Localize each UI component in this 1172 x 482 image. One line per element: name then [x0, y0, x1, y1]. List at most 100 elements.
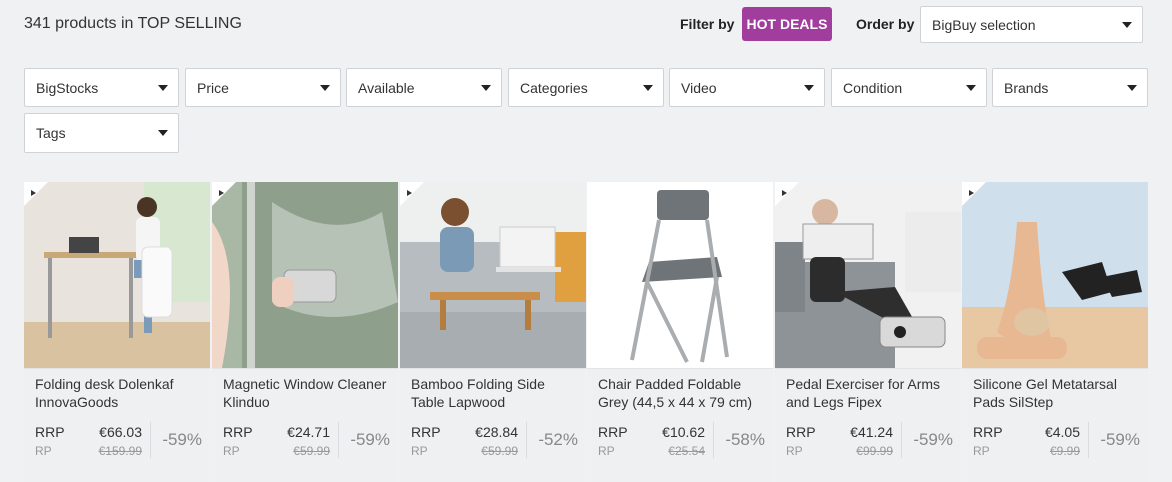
discount-badge: -59% [913, 430, 953, 449]
rrp-label: RRP [35, 424, 65, 440]
product-card[interactable]: Bamboo Folding Side Table Lapwood RRP RP… [400, 182, 586, 482]
chevron-down-icon [481, 84, 491, 91]
rrp-label: RRP [786, 424, 816, 440]
rrp-label: RRP [598, 424, 628, 440]
filter-price[interactable]: Price [185, 68, 341, 107]
product-name[interactable]: Folding desk Dolenkaf InnovaGoods [35, 375, 203, 411]
chevron-down-icon [320, 84, 330, 91]
product-info: Chair Padded Foldable Grey (44,5 x 44 x … [587, 368, 773, 482]
filter-label: Tags [36, 125, 66, 141]
filter-label: BigStocks [36, 79, 99, 96]
order-by-label: Order by [856, 16, 915, 32]
chevron-down-icon [1122, 21, 1132, 28]
old-price: €9.99 [1049, 444, 1080, 458]
discount-badge: -59% [1100, 430, 1140, 449]
filter-label: Condition [843, 79, 903, 96]
filter-label: Brands [1004, 79, 1049, 96]
rp-label: RP [973, 444, 990, 458]
product-name[interactable]: Pedal Exerciser for Arms and Legs Fipex [786, 375, 954, 411]
discount-badge: -59% [162, 430, 202, 449]
price-block: RRP RP €66.03 €159.99 -59% [24, 422, 210, 472]
old-price: €99.99 [856, 444, 893, 458]
product-info: Folding desk Dolenkaf InnovaGoods RRP RP… [24, 368, 210, 482]
divider [1088, 422, 1089, 458]
product-card[interactable]: Magnetic Window Cleaner Klinduo RRP RP €… [212, 182, 398, 482]
product-image[interactable] [962, 182, 1148, 368]
product-image[interactable] [587, 182, 773, 368]
product-name[interactable]: Silicone Gel Metatarsal Pads SilStep [973, 375, 1141, 411]
chevron-down-icon [1127, 84, 1137, 91]
filter-label: Categories [520, 79, 588, 96]
product-name[interactable]: Chair Padded Foldable Grey (44,5 x 44 x … [598, 375, 766, 411]
product-info: Bamboo Folding Side Table Lapwood RRP RP… [400, 368, 586, 482]
filter-label: Available [358, 79, 415, 96]
filter-label: Video [681, 79, 717, 96]
discount-badge: -58% [725, 430, 765, 449]
price: €24.71 [287, 424, 330, 440]
price: €10.62 [662, 424, 705, 440]
divider [526, 422, 527, 458]
old-price: €59.99 [481, 444, 518, 458]
filter-label: Price [197, 79, 229, 96]
rp-label: RP [35, 444, 52, 458]
product-image[interactable] [212, 182, 398, 368]
filter-brands[interactable]: Brands [992, 68, 1148, 107]
play-icon [407, 190, 412, 196]
product-card[interactable]: Pedal Exerciser for Arms and Legs Fipex … [775, 182, 961, 482]
rrp-label: RRP [223, 424, 253, 440]
product-info: Magnetic Window Cleaner Klinduo RRP RP €… [212, 368, 398, 482]
product-card[interactable]: Silicone Gel Metatarsal Pads SilStep RRP… [962, 182, 1148, 482]
discount-badge: -52% [538, 430, 578, 449]
chevron-down-icon [158, 84, 168, 91]
play-icon [782, 190, 787, 196]
rrp-label: RRP [973, 424, 1003, 440]
chevron-down-icon [804, 84, 814, 91]
price: €66.03 [99, 424, 142, 440]
product-card[interactable]: Chair Padded Foldable Grey (44,5 x 44 x … [587, 182, 773, 482]
discount-badge: -59% [350, 430, 390, 449]
chevron-down-icon [158, 130, 168, 136]
divider [713, 422, 714, 458]
rrp-label: RRP [411, 424, 441, 440]
price-block: RRP RP €41.24 €99.99 -59% [775, 422, 961, 472]
product-info: Pedal Exerciser for Arms and Legs Fipex … [775, 368, 961, 482]
filter-condition[interactable]: Condition [831, 68, 987, 107]
order-by-select[interactable]: BigBuy selection [920, 6, 1143, 43]
chevron-down-icon [966, 84, 976, 91]
order-by-value: BigBuy selection [932, 16, 1036, 33]
divider [338, 422, 339, 458]
filter-video[interactable]: Video [669, 68, 825, 107]
price: €28.84 [475, 424, 518, 440]
divider [901, 422, 902, 458]
product-count-title: 341 products in TOP SELLING [24, 15, 242, 32]
product-info: Silicone Gel Metatarsal Pads SilStep RRP… [962, 368, 1148, 482]
filter-bigstocks[interactable]: BigStocks [24, 68, 179, 107]
filter-by-label: Filter by [680, 16, 735, 32]
filter-available[interactable]: Available [346, 68, 502, 107]
divider [150, 422, 151, 458]
product-image[interactable] [400, 182, 586, 368]
product-card[interactable]: Folding desk Dolenkaf InnovaGoods RRP RP… [24, 182, 210, 482]
old-price: €59.99 [293, 444, 330, 458]
play-icon [31, 190, 36, 196]
filter-tags[interactable]: Tags [24, 113, 179, 153]
play-icon [219, 190, 224, 196]
chevron-down-icon [643, 84, 653, 91]
price-block: RRP RP €24.71 €59.99 -59% [212, 422, 398, 472]
filter-categories[interactable]: Categories [508, 68, 664, 107]
price-block: RRP RP €10.62 €25.54 -58% [587, 422, 773, 472]
toolbar: 341 products in TOP SELLING Filter by HO… [0, 0, 1172, 52]
price: €41.24 [850, 424, 893, 440]
hot-deals-button[interactable]: HOT DEALS [742, 7, 832, 41]
price: €4.05 [1044, 424, 1080, 440]
product-image[interactable] [24, 182, 210, 368]
rp-label: RP [786, 444, 803, 458]
old-price: €25.54 [668, 444, 705, 458]
rp-label: RP [411, 444, 428, 458]
product-image[interactable] [775, 182, 961, 368]
old-price: €159.99 [98, 444, 142, 458]
product-name[interactable]: Bamboo Folding Side Table Lapwood [411, 375, 579, 411]
price-block: RRP RP €4.05 €9.99 -59% [962, 422, 1148, 472]
rp-label: RP [223, 444, 240, 458]
product-name[interactable]: Magnetic Window Cleaner Klinduo [223, 375, 391, 411]
